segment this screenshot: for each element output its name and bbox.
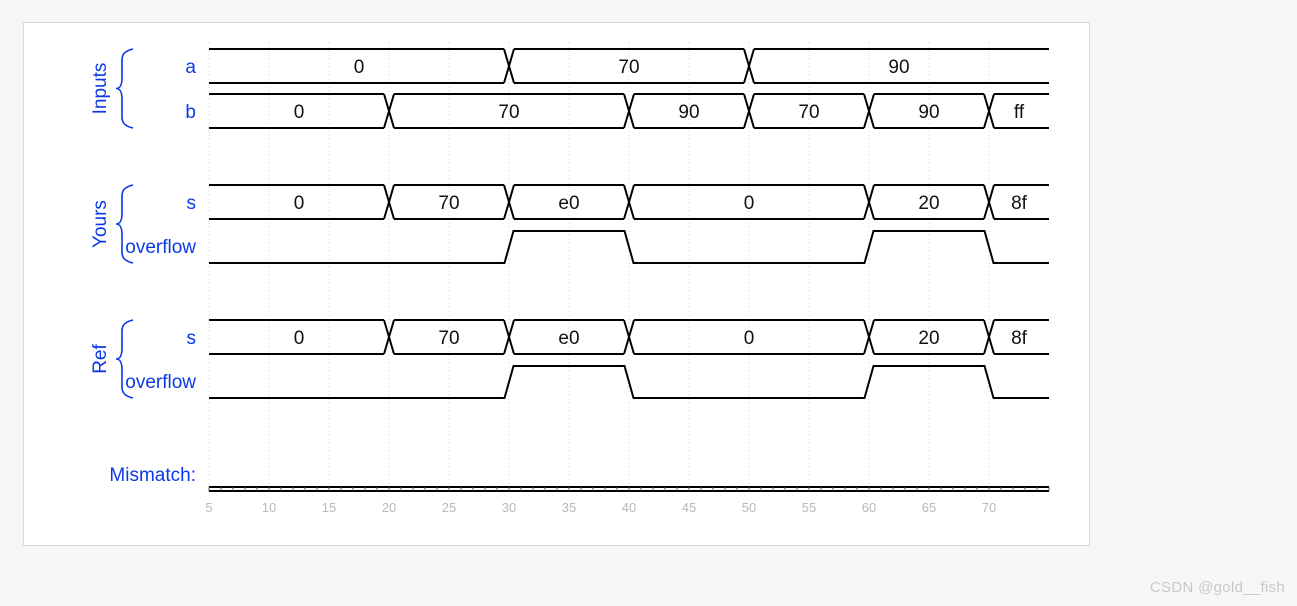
axis-tick-label-70: 70 [982,500,996,515]
signal-label-inputs-b: b [185,102,196,123]
waveform-svg[interactable]: 0 70 90 0 70 90 70 90 ff 0 70 e0 0 20 8f 0 70 e0 0 20 8f a b s… [24,23,1089,545]
axis-tick-label-20: 20 [382,500,396,515]
bus-value: e0 [558,193,579,214]
screenshot-root: 0 70 90 0 70 90 70 90 ff 0 70 e0 0 20 8f 0 70 e0 0 20 8f a b s… [0,0,1297,606]
axis-tick-label-5: 5 [205,500,212,515]
bus-value: 20 [918,193,939,214]
group-label-ref-group: Ref [90,344,111,374]
bus-value: 70 [798,102,819,123]
bus-trace-ref-s[interactable]: 0 70 e0 0 20 8f [209,319,1049,355]
bus-trace-inputs-a[interactable]: 0 70 90 [209,48,1049,84]
axis-tick-label-40: 40 [622,500,636,515]
bus-value: 0 [294,328,305,349]
bus-value: 0 [744,328,755,349]
signal-label-mismatch-Mismatch: Mismatch: [109,465,196,486]
group-label-yours-group: Yours [90,200,111,248]
bus-value: 20 [918,328,939,349]
axis-tick-label-25: 25 [442,500,456,515]
binary-edge-path [209,365,1049,399]
bus-value: e0 [558,328,579,349]
waveform-stage[interactable]: 0 70 90 0 70 90 70 90 ff 0 70 e0 0 20 8f 0 70 e0 0 20 8f a b s… [24,23,1089,545]
bus-value: 0 [354,57,365,78]
group-label-inputs-group: Inputs [90,63,111,115]
signal-label-inputs-a: a [185,57,196,78]
axis-tick-label-15: 15 [322,500,336,515]
axis-tick-label-55: 55 [802,500,816,515]
bus-value: 0 [744,193,755,214]
bus-value: 90 [678,102,699,123]
axis-tick-label-30: 30 [502,500,516,515]
group-braces: Inputs Yours Ref [90,48,134,399]
bus-value: 70 [618,57,639,78]
bus-value: 0 [294,102,305,123]
bus-value: 0 [294,193,305,214]
time-axis: 5 10 15 20 25 30 35 40 45 50 55 60 65 70 [205,487,1050,515]
signal-label-yours-s: s [187,193,197,214]
grid-lines [208,43,990,493]
bus-value: 90 [918,102,939,123]
signal-label-ref-s: s [187,328,197,349]
bus-value: 90 [888,57,909,78]
axis-tick-label-10: 10 [262,500,276,515]
bus-value: 70 [438,328,459,349]
bus-value: 70 [498,102,519,123]
signal-label-ref-overflow: overflow [125,372,196,393]
watermark-text: CSDN @gold__fish [1149,579,1285,596]
bus-value: 8f [1011,328,1028,349]
bus-value: 70 [438,193,459,214]
binary-trace-ref-overflow[interactable] [209,365,1049,399]
waveform-card: 0 70 90 0 70 90 70 90 ff 0 70 e0 0 20 8f 0 70 e0 0 20 8f a b s… [23,22,1090,546]
axis-tick-label-50: 50 [742,500,756,515]
bus-value: 8f [1011,193,1028,214]
axis-tick-label-35: 35 [562,500,576,515]
bus-value: ff [1014,102,1025,123]
axis-tick-label-65: 65 [922,500,936,515]
axis-tick-label-45: 45 [682,500,696,515]
bus-trace-yours-s[interactable]: 0 70 e0 0 20 8f [209,184,1049,220]
axis-tick-label-60: 60 [862,500,876,515]
group-brace-inputs-group [115,48,134,129]
signal-label-yours-overflow: overflow [125,237,196,258]
